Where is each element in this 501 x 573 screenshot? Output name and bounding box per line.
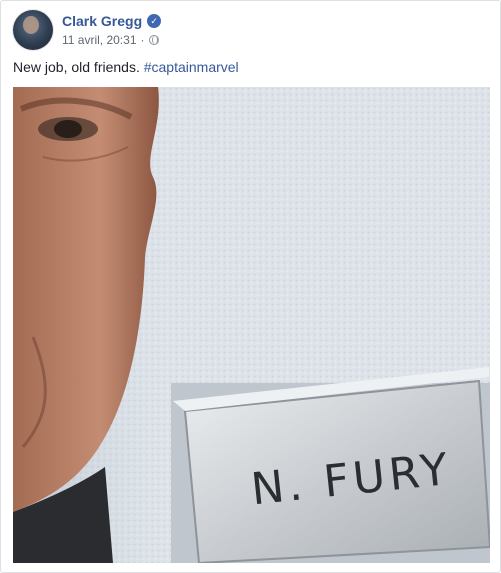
author-avatar[interactable] <box>13 10 53 50</box>
photo-illustration: N. FURY <box>13 87 490 563</box>
author-name[interactable]: Clark Gregg <box>62 13 142 29</box>
post-timestamp[interactable]: 11 avril, 20:31 <box>62 33 137 47</box>
author-row: Clark Gregg ✓ <box>62 12 162 30</box>
hashtag-link[interactable]: #captainmarvel <box>144 59 239 75</box>
post-header: Clark Gregg ✓ 11 avril, 20:31 · <box>13 9 162 51</box>
meta-separator: · <box>140 33 145 47</box>
post-subline: 11 avril, 20:31 · <box>62 32 161 48</box>
post-photo[interactable]: N. FURY <box>13 87 490 563</box>
verified-badge-icon: ✓ <box>147 14 162 28</box>
post-meta: Clark Gregg ✓ 11 avril, 20:31 · <box>62 12 162 48</box>
facebook-post: Clark Gregg ✓ 11 avril, 20:31 · New job,… <box>0 0 501 573</box>
post-body: New job, old friends. <box>13 59 140 75</box>
globe-icon[interactable] <box>148 35 159 45</box>
post-text: New job, old friends. #captainmarvel <box>13 59 239 75</box>
